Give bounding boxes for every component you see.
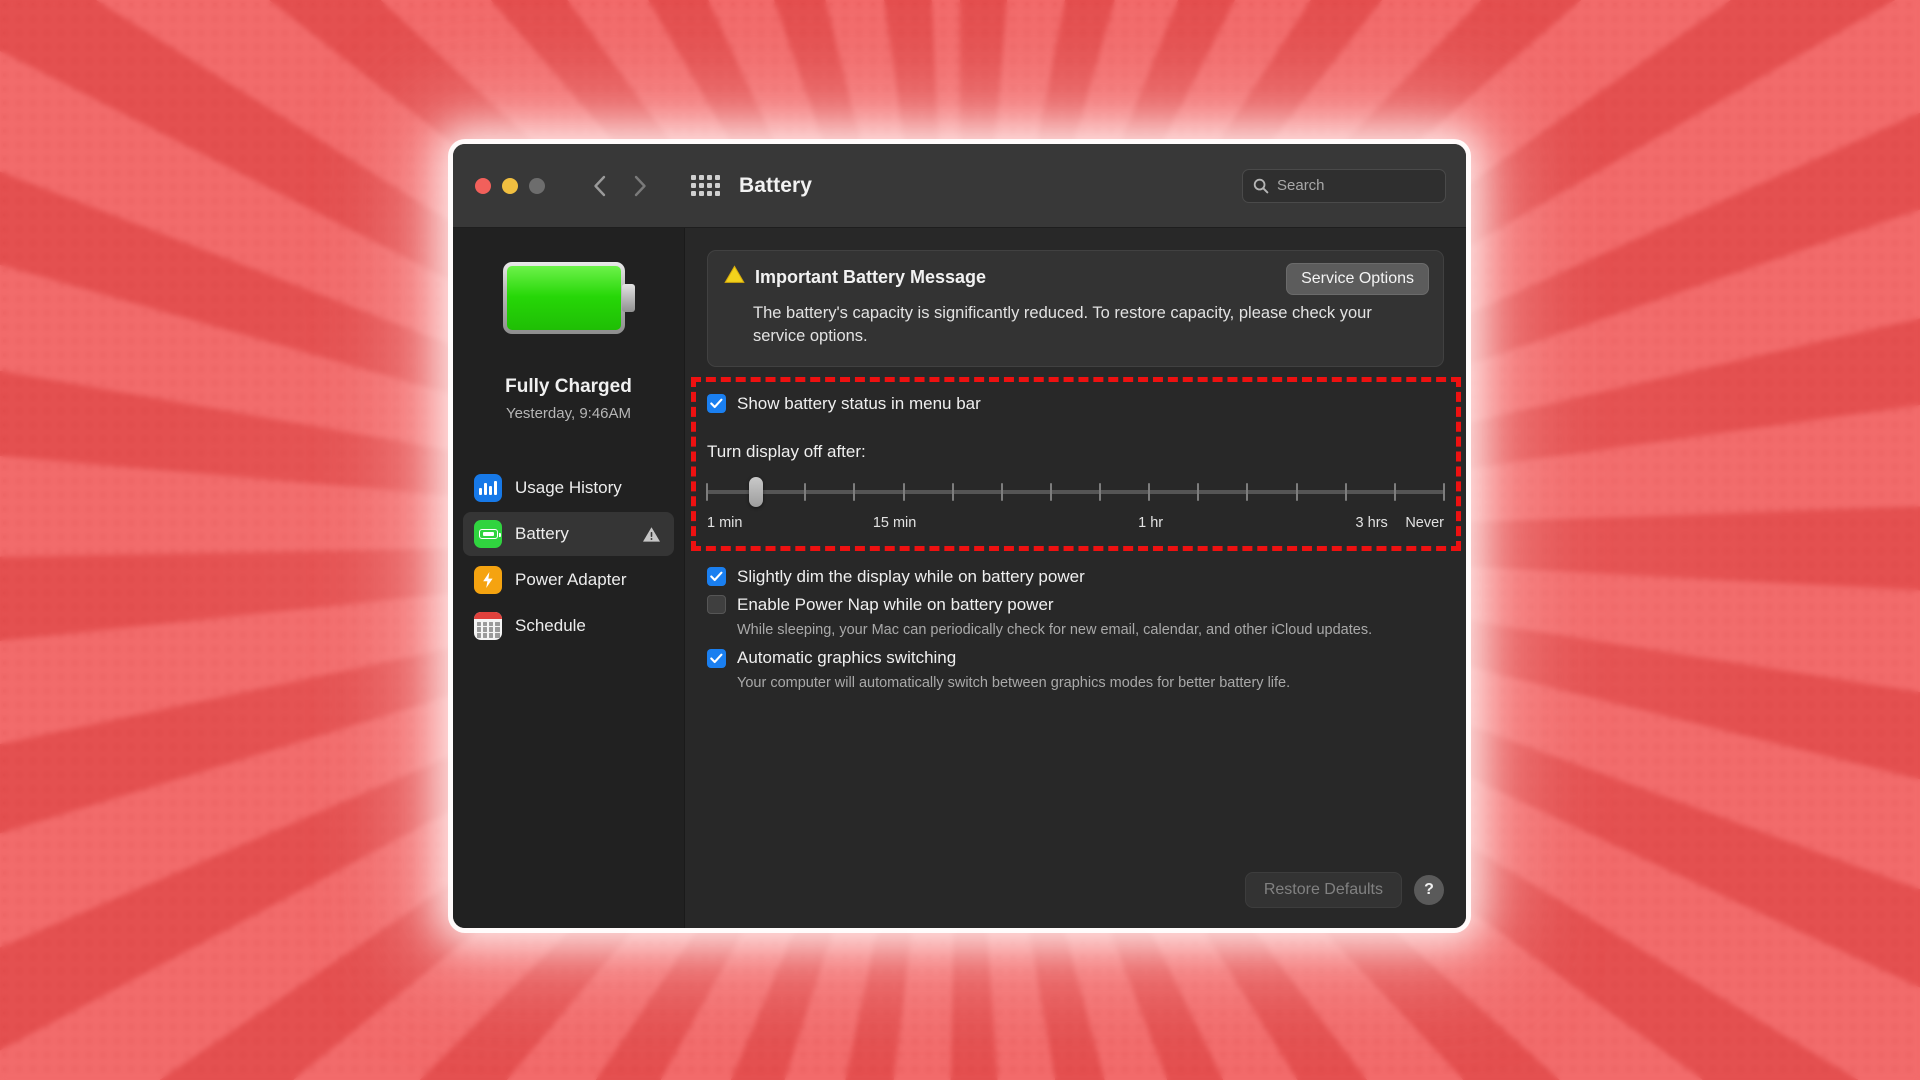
sidebar-item-label: Power Adapter — [515, 570, 627, 589]
important-battery-message-banner: Important Battery Message Service Option… — [707, 250, 1444, 367]
power-nap-label: Enable Power Nap while on battery power — [737, 594, 1054, 614]
slider-scale-label: Never — [1405, 514, 1444, 531]
slider-scale-label: 1 min — [707, 514, 743, 531]
banner-title: Important Battery Message — [755, 266, 987, 287]
slider-tick — [1197, 482, 1200, 501]
slider-tick — [706, 482, 708, 501]
help-button[interactable]: ? — [1414, 875, 1444, 905]
warning-triangle-icon — [724, 265, 745, 289]
graphics-switching-description: Your computer will automatically switch … — [737, 675, 1291, 692]
service-options-button[interactable]: Service Options — [1286, 263, 1429, 295]
warning-triangle-icon — [642, 526, 661, 543]
power-nap-row[interactable]: Enable Power Nap while on battery power — [707, 595, 1444, 615]
sidebar-nav: Usage History Battery Power Adapter Sche… — [453, 466, 684, 648]
content-pane: Important Battery Message Service Option… — [685, 228, 1466, 928]
page-title: Battery — [739, 173, 813, 197]
show-all-grid-icon[interactable] — [691, 175, 720, 196]
slider-scale-labels: 1 min 15 min 1 hr 3 hrs Never — [707, 515, 1444, 537]
graphics-switching-label: Automatic graphics switching — [737, 648, 957, 668]
slider-tick — [951, 482, 954, 501]
close-button[interactable] — [475, 177, 491, 194]
schedule-icon — [474, 612, 502, 640]
slider-tick — [1443, 482, 1445, 501]
charge-state-label: Fully Charged — [505, 376, 632, 397]
sidebar-item-schedule[interactable]: Schedule — [463, 604, 674, 648]
slider-tick — [804, 482, 807, 501]
sidebar-item-label: Usage History — [515, 478, 622, 497]
battery-icon — [474, 520, 502, 548]
banner-body-text: The battery's capacity is significantly … — [753, 304, 1372, 346]
turn-display-off-slider[interactable] — [706, 476, 1445, 507]
sidebar-item-power-adapter[interactable]: Power Adapter — [463, 558, 674, 602]
sidebar-item-battery[interactable]: Battery — [463, 512, 674, 556]
system-preferences-window: Battery Fully Charged Yesterday, 9:46AM — [453, 144, 1466, 928]
graphics-switching-checkbox[interactable] — [707, 648, 726, 668]
slider-tick — [1099, 482, 1102, 501]
charge-time-label: Yesterday, 9:46AM — [505, 405, 632, 422]
slider-tick — [1000, 482, 1003, 501]
highlighted-settings-region: Show battery status in menu bar Turn dis… — [691, 376, 1461, 551]
search-icon — [1253, 178, 1269, 194]
search-input[interactable] — [1277, 177, 1435, 194]
sidebar-item-label: Schedule — [515, 616, 586, 635]
battery-status-hero: Fully Charged Yesterday, 9:46AM — [453, 262, 684, 422]
show-battery-status-label: Show battery status in menu bar — [737, 393, 981, 413]
slider-scale-label: 3 hrs — [1355, 514, 1388, 531]
battery-full-icon — [502, 262, 635, 334]
graphics-switching-row[interactable]: Automatic graphics switching — [707, 648, 1444, 668]
slider-tick — [1049, 482, 1052, 501]
window-body: Fully Charged Yesterday, 9:46AM Usage Hi… — [453, 228, 1466, 928]
window-titlebar: Battery — [453, 144, 1466, 228]
battery-options-list: Slightly dim the display while on batter… — [707, 567, 1444, 694]
sidebar: Fully Charged Yesterday, 9:46AM Usage Hi… — [453, 228, 685, 928]
slider-tick — [1148, 482, 1151, 501]
minimize-button[interactable] — [502, 177, 518, 194]
sidebar-item-label: Battery — [515, 524, 569, 543]
slider-tick — [1246, 482, 1249, 501]
slider-scale-label: 15 min — [872, 514, 917, 531]
power-adapter-icon — [474, 566, 502, 594]
back-chevron-icon[interactable] — [583, 169, 617, 203]
slider-thumb[interactable] — [749, 476, 764, 507]
power-nap-description: While sleeping, your Mac can periodicall… — [737, 621, 1373, 638]
dim-display-row[interactable]: Slightly dim the display while on batter… — [707, 567, 1444, 587]
slider-scale-label: 1 hr — [1138, 514, 1164, 531]
traffic-light-controls — [475, 177, 545, 194]
slider-tick — [902, 482, 905, 501]
turn-display-off-label: Turn display off after: — [707, 441, 866, 461]
navigation-buttons — [583, 169, 657, 203]
power-nap-option: Enable Power Nap while on battery power … — [707, 595, 1444, 640]
power-nap-checkbox[interactable] — [707, 595, 726, 615]
forward-chevron-icon[interactable] — [623, 169, 657, 203]
slider-tick — [1295, 482, 1298, 501]
slider-tick — [1393, 482, 1396, 501]
zoom-button[interactable] — [529, 177, 545, 194]
show-battery-status-row[interactable]: Show battery status in menu bar — [707, 394, 1444, 414]
show-battery-status-checkbox[interactable] — [707, 394, 726, 414]
graphics-switching-option: Automatic graphics switching Your comput… — [707, 648, 1444, 693]
dim-display-checkbox[interactable] — [707, 567, 726, 587]
dim-display-option: Slightly dim the display while on batter… — [707, 567, 1444, 587]
content-footer: Restore Defaults ? — [1244, 872, 1444, 908]
restore-defaults-button[interactable]: Restore Defaults — [1244, 872, 1402, 908]
slider-ticks — [706, 482, 1445, 501]
slider-tick — [853, 482, 856, 501]
slider-tick — [1344, 482, 1347, 501]
search-field[interactable] — [1242, 168, 1446, 203]
sidebar-item-usage-history[interactable]: Usage History — [463, 466, 674, 510]
dim-display-label: Slightly dim the display while on batter… — [737, 566, 1085, 586]
usage-history-icon — [474, 474, 502, 502]
